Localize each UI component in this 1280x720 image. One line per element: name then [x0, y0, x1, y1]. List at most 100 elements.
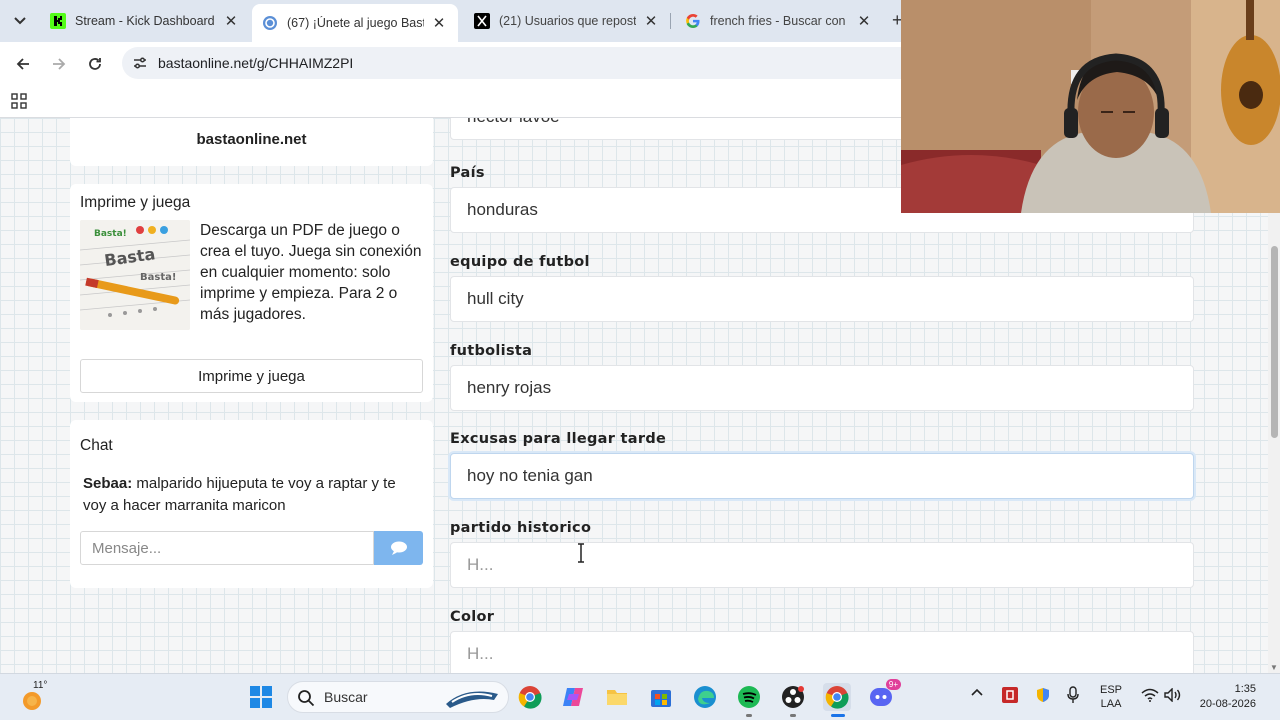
- kick-icon: [50, 13, 66, 29]
- tray-security-icon[interactable]: [1035, 687, 1051, 706]
- arrow-right-icon: [53, 58, 66, 70]
- site-name: bastaonline.net: [196, 130, 307, 148]
- answer-field-futbolista[interactable]: [450, 365, 1194, 411]
- field-label-futbolista: futbolista: [450, 343, 533, 359]
- chat-message: Sebaa: malparido hijueputa te voy a rapt…: [83, 473, 423, 517]
- print-card: Imprime y juega Basta! Basta Basta! Desc…: [70, 184, 433, 402]
- print-description: Descarga un PDF de juego o crea el tuyo.…: [200, 222, 422, 323]
- windows-logo-icon: [250, 686, 272, 708]
- taskbar-search-placeholder: Buscar: [324, 689, 368, 705]
- keyboard-layout: LAA: [1100, 698, 1122, 710]
- edge-icon: [694, 686, 716, 708]
- answer-field-equipo[interactable]: [450, 276, 1194, 322]
- field-label-pais: País: [450, 165, 485, 181]
- language-indicator[interactable]: ESP LAA: [1100, 683, 1122, 711]
- print-and-play-button[interactable]: Imprime y juega: [80, 359, 423, 393]
- store-taskbar-icon[interactable]: [647, 683, 675, 711]
- url-text: bastaonline.net/g/CHHAIMZ2PI: [158, 55, 354, 71]
- language-code: ESP: [1100, 684, 1123, 696]
- edge-taskbar-icon[interactable]: [691, 683, 719, 711]
- microphone-icon[interactable]: [1067, 686, 1079, 707]
- notification-badge: 9+: [885, 679, 901, 690]
- file-explorer-taskbar-icon[interactable]: [603, 683, 631, 711]
- spotify-icon: [738, 686, 760, 708]
- tab-title: french fries - Buscar con G: [710, 14, 849, 28]
- windows-taskbar: 11° Buscar 9+ ESP LAA 1:35 20-08-2026: [0, 673, 1280, 720]
- chrome-taskbar-icon[interactable]: [516, 683, 544, 711]
- svg-text:Basta!: Basta!: [140, 272, 176, 283]
- scrollbar-thumb[interactable]: [1271, 246, 1278, 438]
- search-highlight-image: [446, 691, 498, 708]
- search-icon: [298, 690, 315, 707]
- running-indicator: [746, 714, 752, 717]
- copilot-taskbar-icon[interactable]: [559, 683, 587, 711]
- chevron-down-icon: [14, 17, 26, 25]
- back-button[interactable]: [9, 50, 37, 78]
- close-icon[interactable]: ✕: [642, 12, 660, 30]
- store-icon: [651, 690, 671, 707]
- spotify-taskbar-icon[interactable]: [735, 683, 763, 711]
- field-label-excusas: Excusas para llegar tarde: [450, 431, 667, 447]
- scroll-down-icon[interactable]: ▼: [1270, 663, 1278, 672]
- webcam-overlay-image: [901, 0, 1280, 213]
- clock-date: 20-08-2026: [1199, 698, 1256, 710]
- wifi-icon[interactable]: [1141, 688, 1159, 705]
- chat-heading: Chat: [80, 437, 113, 454]
- close-icon[interactable]: ✕: [430, 14, 448, 32]
- tray-overflow-chevron-icon[interactable]: [971, 687, 983, 700]
- text-cursor-icon: [576, 543, 586, 563]
- field-label-color: Color: [450, 609, 495, 625]
- system-clock[interactable]: 1:35 20-08-2026: [1196, 682, 1256, 712]
- running-indicator: [790, 714, 796, 717]
- taskbar-search[interactable]: Buscar: [287, 681, 509, 713]
- start-button[interactable]: [249, 685, 273, 714]
- tab-basta[interactable]: (67) ¡Únete al juego Basta! ✕: [252, 4, 458, 42]
- chat-bubble-icon: [390, 541, 407, 555]
- google-icon: [685, 13, 701, 29]
- chat-send-button[interactable]: [374, 531, 423, 565]
- answer-field-excusas[interactable]: [450, 453, 1194, 499]
- obs-icon: [782, 686, 804, 708]
- folder-icon: [607, 690, 627, 705]
- chrome-icon: [825, 686, 849, 709]
- tray-app-icon[interactable]: [1002, 687, 1018, 706]
- chat-card: Chat Sebaa: malparido hijueputa te voy a…: [70, 420, 433, 588]
- forward-button[interactable]: [45, 50, 73, 78]
- chat-message-input[interactable]: [80, 531, 374, 565]
- copilot-icon: [563, 688, 583, 706]
- answer-field-color[interactable]: [450, 631, 1194, 673]
- tab-title: Stream - Kick Dashboard: [75, 14, 215, 28]
- close-icon[interactable]: ✕: [222, 12, 240, 30]
- svg-text:Basta!: Basta!: [94, 229, 127, 239]
- obs-taskbar-icon[interactable]: [779, 683, 807, 711]
- chrome-active-taskbar-icon[interactable]: [823, 683, 851, 711]
- site-settings-icon[interactable]: [132, 55, 148, 71]
- weather-temperature: 11°: [33, 680, 48, 691]
- active-indicator: [831, 714, 845, 717]
- discord-taskbar-icon[interactable]: 9+: [867, 679, 901, 711]
- tab-google[interactable]: french fries - Buscar con G ✕: [675, 6, 883, 36]
- tab-x[interactable]: (21) Usuarios que reposteа ✕: [464, 6, 670, 36]
- volume-icon[interactable]: [1164, 687, 1182, 705]
- field-label-partido: partido historico: [450, 520, 592, 536]
- print-heading: Imprime y juega: [80, 194, 191, 211]
- apps-grid-icon[interactable]: [11, 93, 27, 109]
- answer-field-partido[interactable]: [450, 542, 1194, 588]
- print-thumbnail-image: Basta! Basta Basta!: [80, 220, 190, 330]
- tab-title: (21) Usuarios que reposteа: [499, 14, 636, 28]
- x-icon: [474, 13, 490, 29]
- tab-separator: [670, 13, 671, 29]
- clock-time: 1:35: [1234, 683, 1256, 695]
- basta-icon: [262, 15, 278, 31]
- field-label-equipo: equipo de futbol: [450, 254, 590, 270]
- arrow-left-icon: [16, 58, 29, 70]
- tab-search-button[interactable]: [6, 8, 34, 34]
- reload-button[interactable]: [81, 50, 109, 78]
- reload-icon: [89, 58, 101, 70]
- tab-kick[interactable]: Stream - Kick Dashboard ✕: [40, 6, 250, 36]
- chat-message-user: Sebaa:: [83, 475, 133, 492]
- tab-title: (67) ¡Únete al juego Basta!: [287, 16, 424, 30]
- close-icon[interactable]: ✕: [855, 12, 873, 30]
- chrome-icon: [518, 686, 542, 709]
- site-name-card: bastaonline.net: [70, 118, 433, 166]
